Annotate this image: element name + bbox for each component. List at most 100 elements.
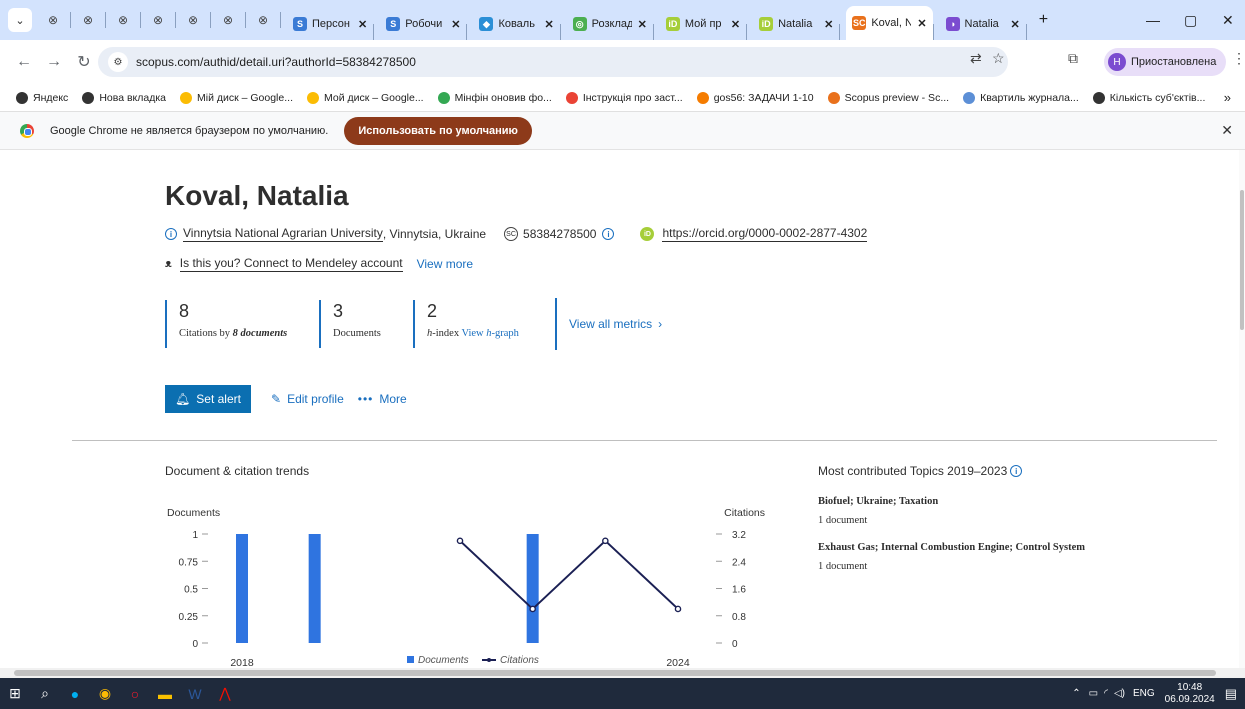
- tab-close-icon[interactable]: ✕: [638, 18, 647, 31]
- edit-profile-button[interactable]: ✎ Edit profile: [271, 392, 344, 406]
- translate-icon[interactable]: ⇄: [970, 50, 982, 67]
- tab-close-icon[interactable]: ✕: [1011, 18, 1020, 31]
- set-default-button[interactable]: Использовать по умолчанию: [344, 116, 532, 145]
- bookmark-item[interactable]: Кількість суб'єктів...: [1092, 91, 1205, 104]
- profile-button[interactable]: Н Приостановлена: [1104, 48, 1227, 76]
- reload-icon[interactable]: ↻: [72, 52, 96, 72]
- pinned-tab[interactable]: ⊗: [217, 9, 239, 31]
- tab-separator: [175, 12, 176, 28]
- bookmark-item[interactable]: Яндекс: [16, 91, 68, 104]
- info-icon[interactable]: i: [165, 228, 177, 240]
- pinned-tab[interactable]: ⊗: [112, 9, 134, 31]
- bookmark-item[interactable]: Scopus preview - Sc...: [827, 91, 949, 104]
- documents-bar: [526, 534, 539, 643]
- infobar-close-icon[interactable]: ✕: [1221, 122, 1233, 139]
- pencil-icon: ✎: [271, 392, 282, 406]
- horizontal-scrollbar[interactable]: [0, 668, 1245, 678]
- bookmark-item[interactable]: Нова вкладка: [82, 91, 166, 104]
- network-icon[interactable]: ◜: [1104, 688, 1108, 699]
- bookmark-item[interactable]: Мой диск – Google...: [306, 91, 424, 104]
- bookmark-item[interactable]: Інструкція про заст...: [565, 91, 683, 104]
- pinned-tab[interactable]: ⊗: [182, 9, 204, 31]
- maximize-button[interactable]: ▢: [1184, 0, 1197, 40]
- minimize-button[interactable]: —: [1146, 0, 1160, 40]
- clock[interactable]: 10:48 06.09.2024: [1165, 682, 1215, 706]
- view-all-metrics-link[interactable]: View all metrics ›: [555, 298, 662, 350]
- battery-icon[interactable]: ▭: [1089, 688, 1098, 699]
- tab-close-icon[interactable]: ✕: [544, 18, 553, 31]
- view-more-link[interactable]: View more: [417, 257, 473, 271]
- browser-tab[interactable]: S Робочи ✕: [380, 8, 466, 40]
- browser-tab[interactable]: SC Koval, N ✕: [846, 6, 933, 40]
- pinned-tab[interactable]: ⊗: [42, 9, 64, 31]
- back-icon[interactable]: ←: [12, 53, 36, 71]
- pinned-tab[interactable]: ⊗: [147, 9, 169, 31]
- scopus-id-info-icon[interactable]: i: [602, 228, 615, 240]
- tab-search-button[interactable]: ⌄: [8, 8, 32, 32]
- set-alert-button[interactable]: 🔔︎ Set alert: [165, 385, 251, 413]
- documents-metric[interactable]: 3 Documents: [319, 300, 413, 348]
- topic-item[interactable]: Biofuel; Ukraine; Taxation 1 document: [818, 496, 938, 526]
- notifications-icon[interactable]: ▤: [1225, 686, 1237, 702]
- hgraph-link[interactable]: View h-graph: [462, 328, 519, 339]
- address-bar[interactable]: ⚙ scopus.com/authid/detail.uri?authorId=…: [98, 47, 1008, 77]
- word-icon[interactable]: W: [180, 678, 210, 709]
- search-icon[interactable]: ⌕: [30, 678, 60, 709]
- tab-close-icon[interactable]: ✕: [731, 18, 740, 31]
- browser-tab[interactable]: ◆ Коваль ✕: [473, 8, 559, 40]
- mendeley-connect-link[interactable]: Is this you? Connect to Mendeley account: [179, 256, 403, 272]
- browser-tab[interactable]: ◎ Розклад ✕: [567, 8, 653, 40]
- clock-time: 10:48: [1177, 681, 1203, 693]
- topics-info-icon[interactable]: i: [1010, 465, 1023, 477]
- tab-close-icon[interactable]: ✕: [824, 18, 833, 31]
- browser-tab[interactable]: iD Natalia ✕: [753, 8, 839, 40]
- edit-profile-label: Edit profile: [287, 392, 344, 406]
- vertical-scrollbar[interactable]: [1239, 150, 1245, 668]
- tab-close-icon[interactable]: ✕: [358, 18, 367, 31]
- tab-favicon-icon: iD: [665, 17, 680, 31]
- topics-title: Most contributed Topics 2019–2023 i: [818, 464, 1028, 478]
- topic-item[interactable]: Exhaust Gas; Internal Combustion Engine;…: [818, 542, 1085, 572]
- hscroll-thumb[interactable]: [14, 670, 1216, 676]
- bookmark-item[interactable]: Квартиль журнала...: [963, 91, 1079, 104]
- acrobat-icon[interactable]: ⋀: [210, 678, 240, 709]
- bookmark-favicon-icon: [437, 91, 450, 104]
- bookmark-label: gos56: ЗАДАЧИ 1-10: [713, 91, 814, 104]
- tab-close-icon[interactable]: ✕: [917, 17, 926, 30]
- right-tick-label: 0.8: [732, 612, 746, 623]
- more-button[interactable]: ••• More: [358, 392, 407, 406]
- pinned-tab[interactable]: ⊗: [252, 9, 274, 31]
- bookmark-favicon-icon: [1092, 91, 1105, 104]
- extensions-icon[interactable]: ⧉: [1068, 50, 1078, 67]
- tab-close-icon[interactable]: ✕: [451, 18, 460, 31]
- opera-icon[interactable]: ○: [120, 678, 150, 709]
- bookmark-star-icon[interactable]: ☆: [992, 50, 1005, 67]
- browser-tab[interactable]: ◑ Natalia ✕: [940, 8, 1026, 40]
- browser-tab[interactable]: S Персон ✕: [287, 8, 373, 40]
- language-indicator[interactable]: ENG: [1133, 688, 1155, 699]
- bookmark-item[interactable]: Мій диск – Google...: [180, 91, 293, 104]
- window-close-button[interactable]: ✕: [1222, 0, 1234, 40]
- scroll-thumb[interactable]: [1240, 190, 1244, 330]
- tray-chevron-icon[interactable]: ⌃: [1072, 688, 1080, 699]
- site-settings-icon[interactable]: ⚙: [108, 52, 128, 72]
- topic-name: Exhaust Gas; Internal Combustion Engine;…: [818, 542, 1086, 553]
- skype-icon[interactable]: ●: [60, 678, 90, 709]
- affiliation-link[interactable]: Vinnytsia National Agrarian University: [183, 226, 383, 242]
- chrome-taskbar-icon[interactable]: ◉: [90, 678, 120, 709]
- new-tab-button[interactable]: +: [1033, 4, 1054, 36]
- bookmark-item[interactable]: Мінфін оновив фо...: [437, 91, 552, 104]
- forward-icon[interactable]: →: [42, 53, 66, 71]
- file-explorer-icon[interactable]: ▬: [150, 678, 180, 709]
- bookmarks-overflow-icon[interactable]: »: [1224, 90, 1231, 105]
- author-name: Koval, Natalia: [165, 180, 349, 211]
- section-divider: [72, 440, 1217, 441]
- bookmark-item[interactable]: gos56: ЗАДАЧИ 1-10: [696, 91, 814, 104]
- legend-citations-label: Citations: [500, 655, 539, 666]
- volume-icon[interactable]: ◁): [1114, 688, 1125, 699]
- orcid-link[interactable]: https://orcid.org/0000-0002-2877-4302: [662, 226, 868, 242]
- pinned-tab[interactable]: ⊗: [77, 9, 99, 31]
- windows-start-icon[interactable]: ⊞: [0, 678, 30, 709]
- chrome-menu-icon[interactable]: ⋮: [1232, 50, 1245, 67]
- browser-tab[interactable]: iD Мой пр ✕: [660, 8, 746, 40]
